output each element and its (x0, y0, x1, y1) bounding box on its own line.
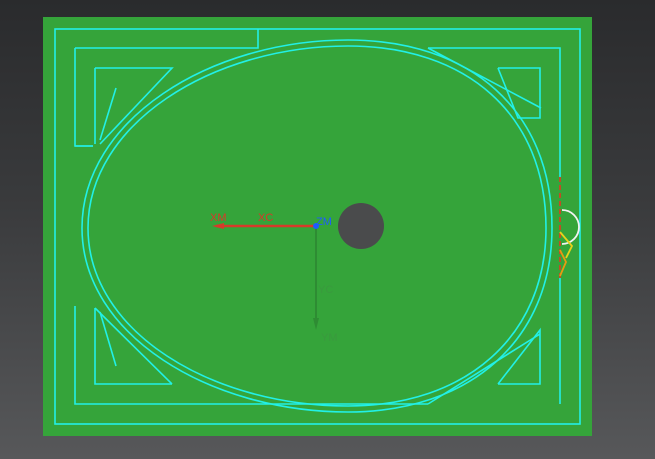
graphics-viewport[interactable]: XM XC ZM YC YM (0, 0, 655, 459)
xc-label: XC (258, 212, 273, 224)
xm-label: XM (210, 212, 227, 224)
center-hole[interactable] (338, 203, 384, 249)
zm-label: ZM (316, 216, 332, 228)
model-scene[interactable]: XM XC ZM YC YM (0, 0, 655, 459)
ym-label: YM (321, 332, 338, 344)
yc-label: YC (318, 284, 333, 296)
